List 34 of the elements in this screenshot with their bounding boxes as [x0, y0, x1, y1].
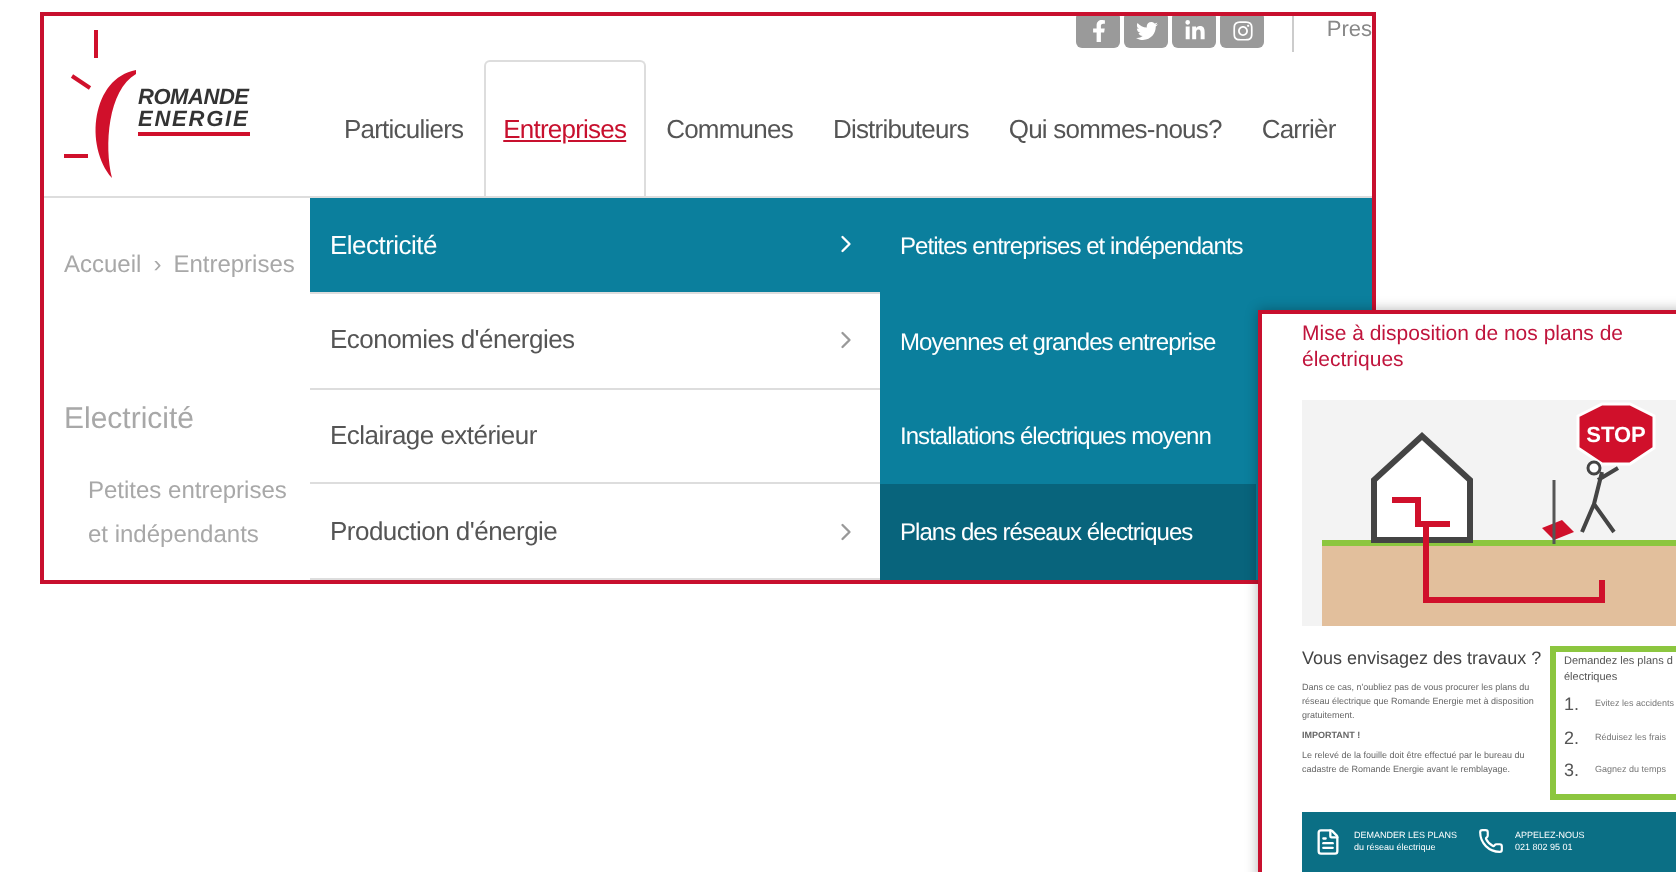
sun-arc-logo-icon — [64, 30, 136, 182]
logo-text: ROMANDE — [138, 88, 250, 110]
menu-item[interactable]: Electricité — [310, 198, 880, 294]
phone-icon — [1477, 828, 1504, 854]
instagram-icon — [1231, 19, 1254, 41]
social-link[interactable] — [1220, 16, 1265, 48]
submenu-item[interactable]: Moyennes et grandes entreprise — [880, 293, 1256, 389]
linkedin-icon — [1183, 19, 1206, 41]
twitter-icon — [1135, 19, 1158, 41]
excavation-warning-drawing: STOP — [1302, 400, 1676, 626]
nav-tab[interactable]: Communes — [646, 60, 813, 196]
facebook-icon — [1087, 19, 1110, 41]
nav-tab[interactable]: Entreprises — [483, 60, 647, 196]
nav-tab[interactable]: Particuliers — [324, 60, 484, 196]
social-link[interactable] — [1124, 16, 1169, 48]
social-link[interactable] — [1076, 16, 1121, 48]
submenu-item[interactable]: Plans des réseaux électriques — [880, 484, 1256, 580]
flyer-title: électriques — [1302, 348, 1406, 374]
logo-text: ENERGIE — [138, 110, 250, 136]
nav-tab[interactable]: Qui sommes-nous? — [988, 60, 1242, 196]
flyer-title: Mise à disposition de nos plans de — [1302, 322, 1626, 348]
step-number: 1. — [1564, 692, 1580, 718]
nav-tab[interactable]: Distributeurs — [812, 60, 989, 196]
top-link[interactable]: Pres — [1326, 16, 1372, 44]
social-link[interactable] — [1172, 16, 1217, 48]
sidebar-title: Electricité — [64, 400, 197, 440]
step-number: 2. — [1564, 725, 1580, 751]
submenu-item[interactable]: Petites entreprises et indépendants — [880, 198, 1256, 294]
document-icon — [1314, 827, 1342, 855]
section-heading: Vous envisagez des travaux ? — [1302, 646, 1538, 672]
logo[interactable]: ROMANDE ENERGIE — [44, 16, 324, 196]
step-number: 3. — [1564, 758, 1580, 784]
nav-tab[interactable]: Carrièr — [1241, 60, 1356, 196]
submenu-item[interactable]: Installations électriques moyenn — [880, 389, 1256, 485]
